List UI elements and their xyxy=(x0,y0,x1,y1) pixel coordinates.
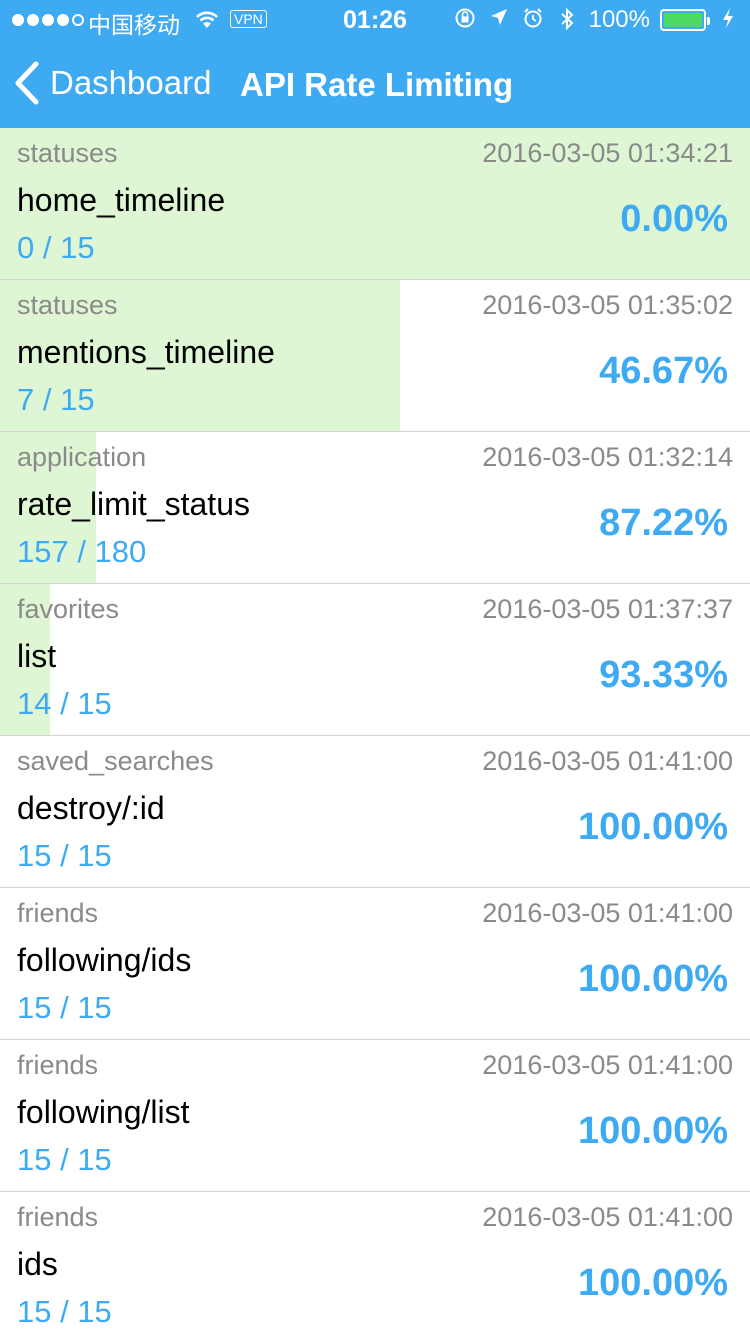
endpoint-name: home_timeline xyxy=(17,182,226,218)
reset-timestamp: 2016-03-05 01:41:00 xyxy=(482,1202,733,1232)
reset-timestamp: 2016-03-05 01:41:00 xyxy=(482,746,733,776)
reset-timestamp: 2016-03-05 01:37:37 xyxy=(482,594,733,624)
back-button-label: Dashboard xyxy=(50,64,212,101)
category-label: favorites xyxy=(17,594,120,624)
back-button[interactable]: Dashboard xyxy=(14,58,211,108)
endpoint-name: following/ids xyxy=(17,942,192,978)
usage-count: 15 / 15 xyxy=(17,990,112,1025)
usage-percent: 0.00% xyxy=(620,198,728,240)
status-right-group: 100% xyxy=(453,6,740,34)
category-label: friends xyxy=(17,1202,99,1232)
usage-count: 14 / 15 xyxy=(17,686,112,721)
bluetooth-icon xyxy=(555,7,579,33)
usage-count: 7 / 15 xyxy=(17,382,95,417)
reset-timestamp: 2016-03-05 01:41:00 xyxy=(482,1050,733,1080)
navigation-bar: Dashboard API Rate Limiting xyxy=(0,40,750,128)
app-header: 中国移动 VPN 01:26 100% Dashboard API Rate L… xyxy=(0,0,750,128)
usage-percent: 93.33% xyxy=(599,654,728,696)
endpoint-name: ids xyxy=(17,1246,58,1282)
usage-percent: 100.00% xyxy=(577,958,728,1000)
category-label: statuses xyxy=(17,290,118,320)
status-bar: 中国移动 VPN 01:26 100% xyxy=(0,0,750,40)
battery-percent: 100% xyxy=(588,6,650,33)
reset-timestamp: 2016-03-05 01:41:00 xyxy=(482,898,733,928)
alarm-clock-icon xyxy=(521,7,545,33)
chevron-left-icon xyxy=(15,61,39,105)
rate-limit-row[interactable]: friends 2016-03-05 01:41:00 ids 15 / 15 100.… xyxy=(0,1192,750,1334)
category-label: statuses xyxy=(17,138,118,168)
rate-limit-row[interactable]: application 2016-03-05 01:32:14 rate_limit… xyxy=(0,432,750,584)
usage-count: 15 / 15 xyxy=(17,1142,112,1177)
usage-percent: 100.00% xyxy=(577,1110,728,1152)
rate-limit-row[interactable]: saved_searches 2016-03-05 01:41:00 destroy… xyxy=(0,736,750,888)
endpoint-name: rate_limit_status xyxy=(17,486,250,522)
usage-count: 15 / 15 xyxy=(17,1294,112,1329)
rate-limit-list: statuses 2016-03-05 01:34:21 home_timeline… xyxy=(0,128,750,1334)
endpoint-name: destroy/:id xyxy=(17,790,165,826)
reset-timestamp: 2016-03-05 01:32:14 xyxy=(482,442,733,472)
endpoint-name: mentions_timeline xyxy=(17,334,275,370)
usage-percent: 46.67% xyxy=(599,350,728,392)
endpoint-name: list xyxy=(17,638,57,674)
usage-percent: 100.00% xyxy=(577,1262,728,1304)
rate-limit-row[interactable]: statuses 2016-03-05 01:34:21 home_timeline… xyxy=(0,128,750,280)
category-label: friends xyxy=(17,898,99,928)
usage-count: 157 / 180 xyxy=(17,534,147,569)
location-arrow-icon xyxy=(487,7,511,33)
rotation-lock-icon xyxy=(453,7,477,33)
charging-bolt-icon xyxy=(716,7,740,33)
usage-count: 15 / 15 xyxy=(17,838,112,873)
reset-timestamp: 2016-03-05 01:35:02 xyxy=(482,290,733,320)
rate-limit-row[interactable]: friends 2016-03-05 01:41:00 following/list… xyxy=(0,1040,750,1192)
rate-limit-row[interactable]: friends 2016-03-05 01:41:00 following/ids 1… xyxy=(0,888,750,1040)
usage-count: 0 / 15 xyxy=(17,230,95,265)
category-label: application xyxy=(17,442,147,472)
usage-percent: 87.22% xyxy=(599,502,728,544)
battery-icon xyxy=(660,9,710,31)
reset-timestamp: 2016-03-05 01:34:21 xyxy=(482,138,733,168)
endpoint-name: following/list xyxy=(17,1094,190,1130)
rate-limit-row[interactable]: statuses 2016-03-05 01:35:02 mentions_time… xyxy=(0,280,750,432)
category-label: saved_searches xyxy=(17,746,214,776)
page-title: API Rate Limiting xyxy=(240,66,514,103)
usage-percent: 100.00% xyxy=(577,806,728,848)
rate-limit-row[interactable]: favorites 2016-03-05 01:37:37 list 14 / 15 9… xyxy=(0,584,750,736)
category-label: friends xyxy=(17,1050,99,1080)
